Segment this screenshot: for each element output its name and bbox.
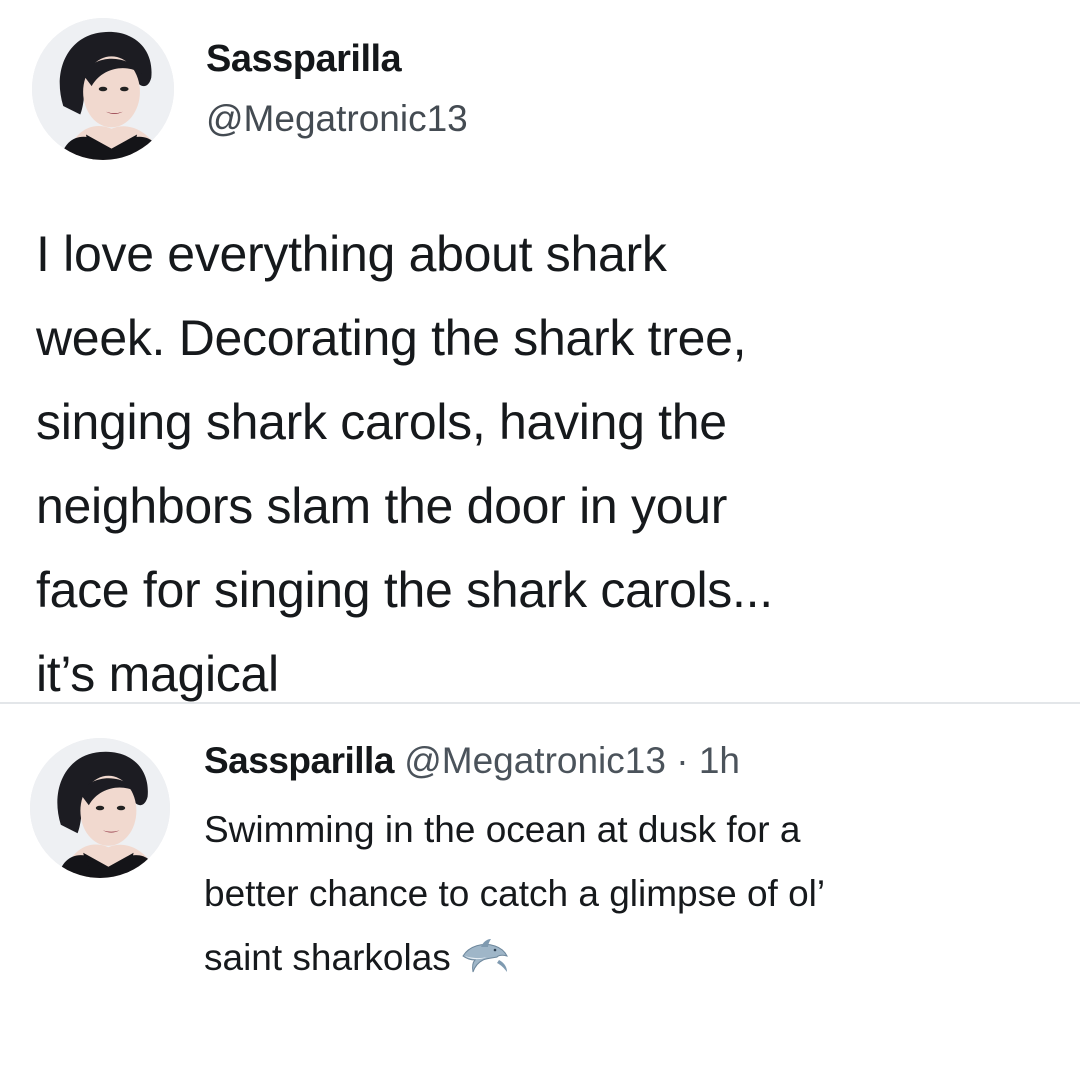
tweet-text-line: neighbors slam the door in your	[36, 478, 728, 534]
dolphin-icon	[462, 939, 508, 973]
user-handle[interactable]: @Megatronic13	[404, 740, 666, 781]
tweet-text-line-last: saint sharkolas	[204, 926, 1044, 990]
avatar-photo-icon	[32, 18, 174, 160]
reply-tweet[interactable]: Sassparilla @Megatronic13 · 1h Swimming …	[0, 704, 1080, 1080]
avatar-photo-icon	[30, 738, 170, 878]
timestamp[interactable]: 1h	[699, 740, 740, 781]
tweet-text: I love everything about shark week. Deco…	[36, 212, 1046, 716]
tweet-text: Swimming in the ocean at dusk for a bett…	[204, 798, 1044, 990]
tweet-text-line: singing shark carols, having the	[36, 394, 727, 450]
reply-header: Sassparilla @Megatronic13 · 1h	[204, 740, 740, 782]
avatar[interactable]	[32, 18, 174, 160]
avatar[interactable]	[30, 738, 170, 878]
display-name[interactable]: Sassparilla	[204, 740, 394, 781]
user-handle[interactable]: @Megatronic13	[206, 98, 468, 140]
tweet-text-fragment: saint sharkolas	[204, 937, 451, 978]
tweet-text-line: face for singing the shark carols...	[36, 562, 773, 618]
tweet-text-line: I love everything about shark	[36, 226, 667, 282]
tweet-text-line: week. Decorating the shark tree,	[36, 310, 747, 366]
tweet-text-line: better chance to catch a glimpse of ol’	[204, 873, 826, 914]
separator: ·	[676, 740, 689, 781]
display-name[interactable]: Sassparilla	[206, 38, 402, 81]
main-tweet: Sassparilla @Megatronic13 I love everyth…	[0, 0, 1080, 702]
tweet-text-line: Swimming in the ocean at dusk for a	[204, 809, 801, 850]
